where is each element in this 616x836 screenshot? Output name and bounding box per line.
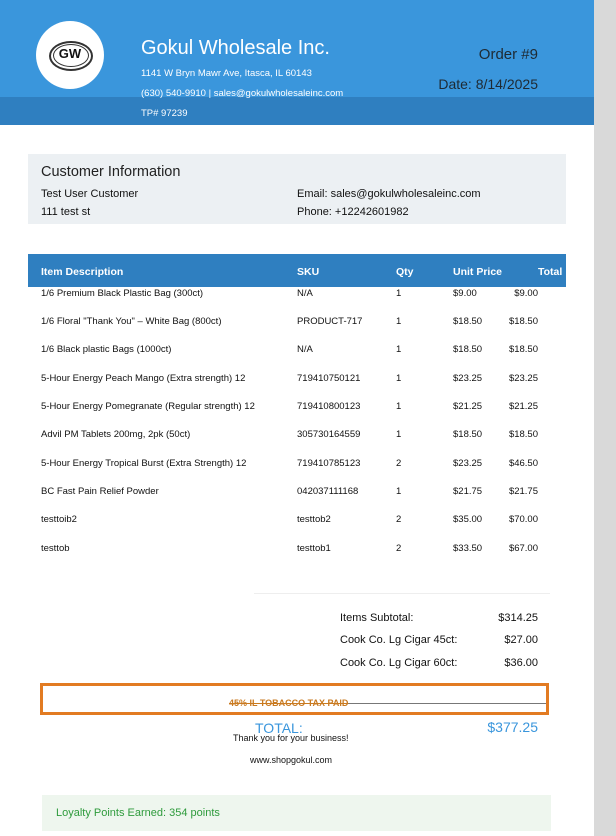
website-link[interactable]: www.shopgokul.com: [250, 755, 332, 765]
item-unit-price: $23.25: [453, 373, 483, 384]
item-unit-price: $33.50: [453, 543, 483, 554]
item-unit-price: $21.75: [453, 486, 483, 497]
invoice-page: GW Gokul Wholesale Inc. 1141 W Bryn Mawr…: [0, 0, 594, 836]
item-description: BC Fast Pain Relief Powder: [41, 486, 159, 497]
item-qty: 2: [396, 543, 402, 554]
item-total: $18.50: [508, 316, 538, 327]
item-sku: 719410750121: [297, 373, 361, 384]
customer-address: 111 test st: [41, 206, 91, 218]
item-qty: 1: [396, 401, 402, 412]
item-unit-price: $18.50: [453, 429, 483, 440]
tax-permit-number: TP# 97239: [141, 108, 188, 119]
company-contact: (630) 540-9910 | sales@gokulwholesaleinc…: [141, 88, 344, 99]
column-header-total: Total: [538, 266, 563, 278]
item-unit-price: $23.25: [453, 458, 483, 469]
items-table-header: Item Description SKU Qty Unit Price Tota…: [28, 254, 566, 287]
header-band: [0, 97, 594, 125]
item-description: testtob: [41, 543, 70, 554]
column-header-qty: Qty: [396, 266, 414, 278]
item-description: 5-Hour Energy Peach Mango (Extra strengt…: [41, 373, 246, 384]
table-row: testtoib2 testtob2 2 $35.00 $70.00: [28, 514, 566, 534]
table-row: testtob testtob1 2 $33.50 $67.00: [28, 543, 566, 563]
column-header-sku: SKU: [297, 266, 320, 278]
total-value: $377.25: [487, 719, 538, 735]
item-total: $70.00: [508, 514, 538, 525]
customer-info-section: Customer Information Test User Customer …: [28, 154, 566, 224]
table-row: 5-Hour Energy Peach Mango (Extra strengt…: [28, 373, 566, 393]
item-unit-price: $18.50: [453, 316, 483, 327]
item-sku: 719410785123: [297, 458, 361, 469]
item-unit-price: $9.00: [453, 288, 477, 299]
item-sku: testtob2: [297, 514, 331, 525]
item-description: Advil PM Tablets 200mg, 2pk (50ct): [41, 429, 191, 440]
table-row: 1/6 Premium Black Plastic Bag (300ct) N/…: [28, 288, 566, 308]
item-sku: PRODUCT-717: [297, 316, 363, 327]
item-description: 5-Hour Energy Tropical Burst (Extra Stre…: [41, 458, 247, 469]
customer-info-title: Customer Information: [41, 164, 181, 180]
item-description: 1/6 Premium Black Plastic Bag (300ct): [41, 288, 204, 299]
tobacco-tax-note: 45% IL TOBACCO TAX PAID: [229, 698, 349, 708]
table-row: BC Fast Pain Relief Powder 042037111168 …: [28, 486, 566, 506]
customer-name: Test User Customer: [41, 188, 139, 200]
item-total: $9.00: [514, 288, 538, 299]
item-total: $18.50: [508, 344, 538, 355]
column-header-description: Item Description: [41, 266, 124, 278]
item-qty: 1: [396, 316, 402, 327]
item-sku: testtob1: [297, 543, 331, 554]
item-unit-price: $35.00: [453, 514, 483, 525]
cigar-45ct-value: $27.00: [504, 634, 538, 646]
loyalty-points-banner: Loyalty Points Earned: 354 points: [42, 795, 551, 831]
item-total: $21.75: [508, 486, 538, 497]
company-address: 1141 W Bryn Mawr Ave, Itasca, IL 60143: [141, 68, 312, 79]
item-total: $21.25: [508, 401, 538, 412]
item-qty: 1: [396, 429, 402, 440]
item-qty: 2: [396, 514, 402, 525]
table-row: 5-Hour Energy Pomegranate (Regular stren…: [28, 401, 566, 421]
item-total: $23.25: [508, 373, 538, 384]
subtotal-value: $314.25: [498, 612, 538, 624]
item-qty: 1: [396, 486, 402, 497]
loyalty-points-text: Loyalty Points Earned: 354 points: [56, 807, 220, 819]
order-number: Order #9: [478, 46, 538, 63]
item-total: $46.50: [508, 458, 538, 469]
table-row: 5-Hour Energy Tropical Burst (Extra Stre…: [28, 458, 566, 478]
order-date: Date: 8/14/2025: [438, 76, 538, 92]
item-sku: 042037111168: [297, 486, 359, 497]
logo-text: GW: [58, 46, 82, 61]
item-sku: N/A: [297, 288, 313, 299]
company-logo: GW: [36, 21, 104, 89]
table-row: 1/6 Black plastic Bags (1000ct) N/A 1 $1…: [28, 344, 566, 364]
customer-email: Email: sales@gokulwholesaleinc.com: [297, 188, 481, 200]
cigar-60ct-value: $36.00: [504, 657, 538, 669]
table-row: 1/6 Floral "Thank You" – White Bag (800c…: [28, 316, 566, 336]
cigar-45ct-label: Cook Co. Lg Cigar 45ct:: [340, 634, 458, 646]
item-unit-price: $18.50: [453, 344, 483, 355]
item-description: 1/6 Black plastic Bags (1000ct): [41, 344, 172, 355]
table-row: Advil PM Tablets 200mg, 2pk (50ct) 30573…: [28, 429, 566, 449]
item-qty: 1: [396, 344, 402, 355]
company-name: Gokul Wholesale Inc.: [141, 37, 330, 59]
item-unit-price: $21.25: [453, 401, 483, 412]
scrollbar-track[interactable]: [594, 0, 616, 836]
item-qty: 2: [396, 458, 402, 469]
item-description: 1/6 Floral "Thank You" – White Bag (800c…: [41, 316, 222, 327]
column-header-unit-price: Unit Price: [453, 266, 503, 278]
item-sku: N/A: [297, 344, 313, 355]
summary-divider: [254, 593, 550, 594]
subtotal-label: Items Subtotal:: [340, 612, 414, 624]
item-sku: 719410800123: [297, 401, 361, 412]
item-description: testtoib2: [41, 514, 77, 525]
item-qty: 1: [396, 288, 402, 299]
item-total: $18.50: [508, 429, 538, 440]
item-description: 5-Hour Energy Pomegranate (Regular stren…: [41, 401, 255, 412]
item-sku: 305730164559: [297, 429, 361, 440]
item-total: $67.00: [508, 543, 538, 554]
customer-phone: Phone: +12242601982: [297, 206, 409, 218]
item-qty: 1: [396, 373, 402, 384]
cigar-60ct-label: Cook Co. Lg Cigar 60ct:: [340, 657, 458, 669]
thank-you-note: Thank you for your business!: [233, 733, 349, 743]
